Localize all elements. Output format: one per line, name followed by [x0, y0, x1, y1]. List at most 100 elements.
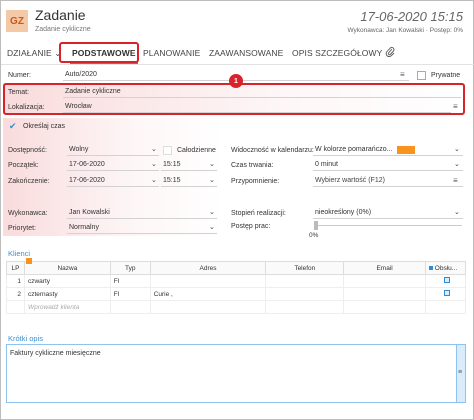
column-header-lp[interactable]: LP: [6, 261, 25, 275]
column-header-address[interactable]: Adres: [149, 261, 267, 275]
page-subtitle: Zadanie cykliczne: [35, 26, 91, 33]
table-row[interactable]: 2 czternasty FI Curie ,: [6, 287, 467, 301]
allday-checkbox[interactable]: [163, 146, 172, 155]
cell-service: [424, 300, 467, 314]
column-header-name[interactable]: Nazwa: [23, 261, 111, 275]
service-checkbox[interactable]: [443, 290, 450, 296]
description-textarea[interactable]: Faktury cykliczne miesięczne ≡: [6, 344, 466, 403]
start-date-field[interactable]: 17-06-2020: [67, 160, 159, 171]
executor-select[interactable]: Jan Kowalski: [67, 208, 217, 219]
table-row-new[interactable]: Wprowadź klienta: [6, 300, 467, 314]
cell-type: [109, 300, 151, 314]
chevron-down-icon[interactable]: ⌄: [151, 145, 157, 153]
annotation-badge: 1: [229, 74, 243, 88]
tab-highlight-frame: [59, 42, 139, 63]
progress-slider-thumb[interactable]: [314, 221, 318, 230]
cell-name: czwarty: [23, 274, 111, 288]
menu-icon[interactable]: ≡: [453, 102, 458, 111]
availability-select[interactable]: Wolny: [67, 145, 159, 156]
cell-type: FI: [109, 274, 151, 288]
task-date: 17-06-2020 15:15: [360, 9, 463, 24]
table-row[interactable]: 1 czwarty FI: [6, 274, 467, 288]
paperclip-icon[interactable]: [385, 46, 395, 59]
cell-phone: [265, 287, 345, 301]
executor-label: Wykonawca:: [8, 210, 48, 217]
column-header-service[interactable]: Obsłu...: [424, 261, 467, 275]
cell-phone: [265, 300, 345, 314]
reminder-label: Przypomnienie:: [231, 178, 280, 185]
duration-field[interactable]: 0 minut: [313, 160, 463, 171]
calendar-visibility-select[interactable]: W kolorze pomarańczo...: [313, 145, 463, 156]
chevron-down-icon[interactable]: ⌄: [454, 160, 460, 168]
cell-address: [149, 300, 267, 314]
private-label: Prywatne: [431, 72, 461, 79]
calendar-visibility-label: Widoczność w kalendarzu:: [231, 147, 314, 154]
tab-action[interactable]: DZIAŁANIE ⌄: [7, 48, 62, 59]
column-header-email[interactable]: Email: [343, 261, 426, 275]
menu-icon[interactable]: ≡: [453, 176, 458, 185]
start-label: Początek:: [8, 162, 39, 169]
chevron-down-icon[interactable]: ⌄: [209, 223, 215, 231]
cell-type: FI: [109, 287, 151, 301]
task-meta: Wykonawca: Jan Kowalski · Postęp: 0%: [347, 27, 463, 34]
checkbox-icon: [428, 265, 433, 270]
cell-phone: [265, 274, 345, 288]
checkmark-icon[interactable]: ✔: [9, 121, 17, 132]
reminder-select[interactable]: Wybierz wartość (F12): [313, 176, 463, 187]
cell-email: [343, 274, 426, 288]
priority-label: Priorytet:: [8, 225, 37, 232]
cell-lp: 2: [6, 287, 25, 301]
chevron-down-icon[interactable]: ⌄: [151, 176, 157, 184]
tab-planning[interactable]: PLANOWANIE: [143, 48, 200, 58]
scrollbar[interactable]: ≡: [456, 345, 465, 402]
menu-icon[interactable]: ≡: [458, 369, 462, 376]
table-header-row: LP Nazwa Typ Adres Telefon Email Obsłu..…: [6, 261, 467, 275]
chevron-down-icon[interactable]: ⌄: [209, 160, 215, 168]
cell-service[interactable]: [424, 287, 467, 301]
tab-action-label: DZIAŁANIE: [7, 48, 52, 58]
chevron-down-icon[interactable]: ⌄: [151, 160, 157, 168]
subject-label: Temat:: [8, 89, 30, 96]
specify-time-label: Określaj czas: [23, 123, 66, 130]
chevron-down-icon[interactable]: ⌄: [454, 145, 460, 153]
cell-email: [343, 287, 426, 301]
page-title: Zadanie: [35, 7, 86, 23]
duration-label: Czas trwania:: [231, 162, 274, 169]
realization-select[interactable]: nieokreślony (0%): [313, 208, 463, 219]
cell-service[interactable]: [424, 274, 467, 288]
clients-table: LP Nazwa Typ Adres Telefon Email Obsłu..…: [6, 261, 467, 314]
cell-email: [343, 300, 426, 314]
end-label: Zakończenie:: [8, 178, 50, 185]
column-header-phone[interactable]: Telefon: [265, 261, 345, 275]
end-date-field[interactable]: 17-06-2020: [67, 176, 159, 187]
tab-detailed[interactable]: OPIS SZCZEGÓŁOWY: [292, 48, 382, 58]
cell-name: czternasty: [23, 287, 111, 301]
add-client-input[interactable]: Wprowadź klienta: [23, 300, 111, 314]
availability-label: Dostępność:: [8, 147, 47, 154]
cell-lp: 1: [6, 274, 25, 288]
menu-icon[interactable]: ≡: [400, 70, 405, 79]
chevron-down-icon[interactable]: ⌄: [209, 208, 215, 216]
avatar: GZ: [6, 10, 28, 32]
column-header-type[interactable]: Typ: [109, 261, 151, 275]
progress-value: 0%: [309, 232, 319, 239]
clients-section-title: Klienci: [8, 249, 31, 258]
cell-address: [149, 274, 267, 288]
location-field[interactable]: Wrocław: [63, 102, 451, 113]
progress-slider-track[interactable]: [314, 225, 462, 226]
tab-advanced[interactable]: ZAAWANSOWANE: [209, 48, 283, 58]
cell-lp: [6, 300, 25, 314]
service-checkbox[interactable]: [443, 277, 450, 283]
description-text: Faktury cykliczne miesięczne: [10, 350, 101, 357]
description-section-title: Krótki opis: [8, 334, 44, 343]
allday-label: Całodzienne: [177, 147, 216, 154]
subject-field[interactable]: Zadanie cykliczne: [63, 87, 461, 98]
sort-indicator-icon: [26, 258, 32, 264]
realization-label: Stopień realizacji:: [231, 210, 286, 217]
priority-select[interactable]: Normalny: [67, 223, 217, 234]
chevron-down-icon[interactable]: ⌄: [454, 208, 460, 216]
location-label: Lokalizacja:: [8, 104, 45, 111]
chevron-down-icon[interactable]: ⌄: [209, 176, 215, 184]
progress-label: Postęp prac:: [231, 223, 271, 230]
private-checkbox[interactable]: [417, 71, 426, 80]
